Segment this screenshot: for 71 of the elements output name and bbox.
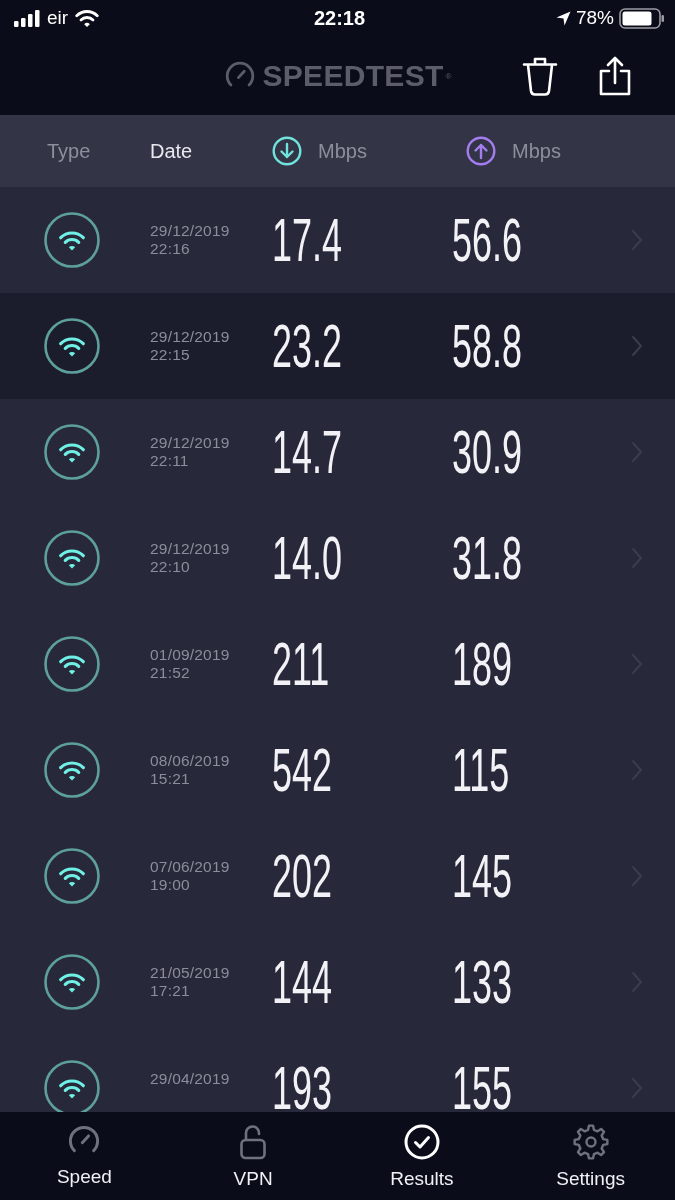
trash-icon xyxy=(522,55,558,96)
download-icon xyxy=(272,136,302,166)
upload-speed: 189 xyxy=(452,641,512,687)
wifi-circle-icon xyxy=(44,530,100,586)
location-arrow-icon xyxy=(555,10,571,26)
column-header[interactable]: Mbps xyxy=(272,136,367,166)
result-date: 01/09/2019 xyxy=(150,646,230,664)
tab-button[interactable]: Results xyxy=(337,1112,507,1200)
chevron-icon xyxy=(631,335,643,357)
wifi-circle-icon xyxy=(44,424,100,480)
column-header[interactable]: Mbps xyxy=(466,136,561,166)
battery-percent: 78% xyxy=(575,7,614,29)
result-date: 21/05/2019 xyxy=(150,964,230,982)
download-speed: 542 xyxy=(272,747,332,793)
wifi-circle-icon xyxy=(44,742,100,798)
download-speed: 14.7 xyxy=(272,429,342,475)
result-time: 22:10 xyxy=(150,558,190,576)
result-row[interactable]: 29/12/2019 22:15 23.2 58.8 xyxy=(0,293,675,399)
wifi-circle-icon xyxy=(44,954,100,1010)
download-speed: 144 xyxy=(272,959,332,1005)
result-time: 21:52 xyxy=(150,664,190,682)
upload-speed: 155 xyxy=(452,1065,512,1111)
result-date: 29/12/2019 xyxy=(150,540,230,558)
result-time: 17:21 xyxy=(150,982,190,1000)
download-speed: 211 xyxy=(272,641,330,687)
battery-icon xyxy=(619,7,665,29)
download-speed: 23.2 xyxy=(272,323,342,369)
result-time: 22:16 xyxy=(150,240,190,258)
upload-speed: 58.8 xyxy=(452,323,522,369)
upload-speed: 115 xyxy=(452,747,510,793)
result-date: 07/06/2019 xyxy=(150,858,230,876)
tab-button[interactable]: VPN xyxy=(168,1112,338,1200)
result-date: 29/04/2019 xyxy=(150,1070,230,1088)
check-circle-icon xyxy=(403,1124,440,1160)
clock-time: 22:18 xyxy=(313,6,366,30)
upload-speed: 56.6 xyxy=(452,217,522,263)
result-time: 19:00 xyxy=(150,876,190,894)
tab-button[interactable]: Speed xyxy=(0,1112,169,1200)
result-time: 22:15 xyxy=(150,346,190,364)
result-date: 08/06/2019 xyxy=(150,752,230,770)
result-date: 29/12/2019 xyxy=(150,222,230,240)
app-logo-text: SPEEDTEST xyxy=(262,60,444,91)
carrier-name: eir xyxy=(47,7,69,29)
tab-button[interactable]: Settings xyxy=(506,1112,675,1200)
wifi-circle-icon xyxy=(44,636,100,692)
upload-speed: 31.8 xyxy=(452,535,522,581)
wifi-circle-icon xyxy=(44,848,100,904)
wifi-circle-icon xyxy=(44,318,100,374)
result-date: 29/12/2019 xyxy=(150,434,230,452)
upload-icon xyxy=(466,136,496,166)
upload-speed: 30.9 xyxy=(452,429,522,475)
padlock-icon xyxy=(239,1124,268,1160)
result-time: 15:21 xyxy=(150,770,190,788)
download-speed: 202 xyxy=(272,853,332,899)
upload-speed: 133 xyxy=(452,959,512,1005)
download-speed: 17.4 xyxy=(272,217,342,263)
settings-icon xyxy=(572,1124,609,1160)
signal-icon xyxy=(14,9,40,27)
result-time: 22:11 xyxy=(150,452,189,470)
trademark-sign: ® xyxy=(445,71,452,81)
trash-button[interactable] xyxy=(522,55,558,96)
result-date: 29/12/2019 xyxy=(150,328,230,346)
wifi-icon xyxy=(75,9,100,27)
upload-speed: 145 xyxy=(452,853,512,899)
share-icon xyxy=(599,55,631,96)
download-speed: 193 xyxy=(272,1065,332,1111)
column-header[interactable]: Type xyxy=(47,139,91,163)
column-header[interactable]: Date xyxy=(150,139,193,163)
share-button[interactable] xyxy=(599,55,631,96)
download-speed: 14.0 xyxy=(272,535,342,581)
wifi-circle-icon xyxy=(44,212,100,268)
